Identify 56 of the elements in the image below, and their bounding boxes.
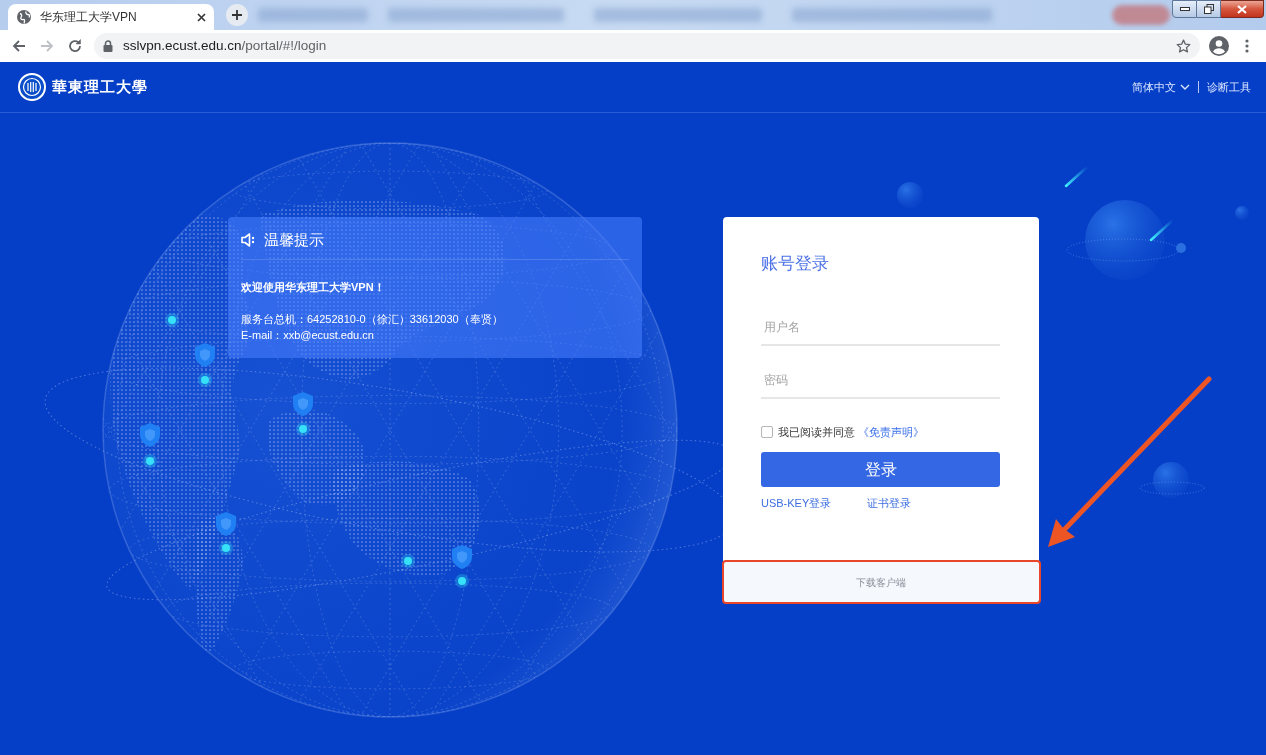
login-option-link[interactable]: 证书登录 xyxy=(867,495,912,511)
contact-text: E-mail：xxb@ecust.edu.cn xyxy=(241,328,375,343)
star-icon[interactable] xyxy=(1176,38,1191,54)
glow-dot-icon xyxy=(165,313,179,327)
diagnostic-tools-link[interactable]: 诊断工具 xyxy=(1207,78,1251,96)
minimize-button[interactable] xyxy=(1172,0,1197,18)
small-sphere xyxy=(1235,206,1249,220)
round-emblem-icon xyxy=(18,73,46,101)
shield-icon xyxy=(293,392,313,416)
plus-icon xyxy=(231,9,243,21)
password-field[interactable]: 密码 xyxy=(761,363,1000,399)
new-tab-button[interactable] xyxy=(226,4,248,26)
reload-icon[interactable] xyxy=(67,38,83,54)
planet-drawing xyxy=(1139,462,1205,498)
close-icon[interactable] xyxy=(197,12,206,22)
minimize-icon xyxy=(1179,7,1190,11)
disclaimer-link[interactable]: 《免责声明》 xyxy=(858,423,924,441)
lock-icon xyxy=(103,40,113,52)
username-field[interactable]: 用户名 xyxy=(761,310,1000,346)
download-client-button[interactable]: 下载客户端 xyxy=(723,562,1039,603)
back-arrow-icon[interactable] xyxy=(11,38,27,54)
glow-dot-icon xyxy=(455,574,469,588)
glow-dot-icon xyxy=(143,454,157,468)
notice-title: 温馨提示 xyxy=(264,229,324,250)
restore-icon xyxy=(1203,4,1214,14)
login-button[interactable]: 登录 xyxy=(761,452,1000,487)
speaker-icon xyxy=(241,233,256,247)
close-icon xyxy=(1237,4,1247,14)
glow-dot-icon xyxy=(219,541,233,555)
language-selector[interactable]: 简体中文 xyxy=(1132,78,1190,96)
welcome-text: 欢迎使用华东理工大学VPN！ xyxy=(241,280,386,295)
glow-dot-icon xyxy=(198,373,212,387)
chevron-down-icon xyxy=(1180,84,1190,90)
small-sphere xyxy=(897,182,923,208)
shield-icon xyxy=(140,423,160,447)
shield-icon xyxy=(195,343,215,367)
account-icon[interactable] xyxy=(1209,36,1229,56)
agreement-label: 我已阅读并同意 xyxy=(778,424,855,440)
blurred-badge xyxy=(1112,5,1170,25)
logo-text: 華東理工大學 xyxy=(52,77,148,97)
address-bar[interactable]: sslvpn.ecust.edu.cn/portal/#!/login xyxy=(94,33,1200,59)
shield-icon xyxy=(452,545,472,569)
agreement-checkbox[interactable] xyxy=(761,426,773,438)
login-title: 账号登录 xyxy=(761,253,830,275)
login-option-link[interactable]: USB-KEY登录 xyxy=(761,495,832,511)
contact-text: 服务台总机：64252810-0（徐汇）33612030（奉贤） xyxy=(241,312,504,327)
browser-tab[interactable]: 华东理工大学VPN xyxy=(8,4,214,30)
tab-title: 华东理工大学VPN xyxy=(40,9,137,26)
menu-icon[interactable] xyxy=(1245,39,1249,53)
close-window-button[interactable] xyxy=(1221,0,1264,18)
globe-icon xyxy=(17,10,31,24)
glow-dot-icon xyxy=(401,554,415,568)
restore-button[interactable] xyxy=(1197,0,1221,18)
glow-dot-icon xyxy=(296,422,310,436)
shield-icon xyxy=(216,512,236,536)
url-text: sslvpn.ecust.edu.cn/portal/#!/login xyxy=(123,36,327,55)
